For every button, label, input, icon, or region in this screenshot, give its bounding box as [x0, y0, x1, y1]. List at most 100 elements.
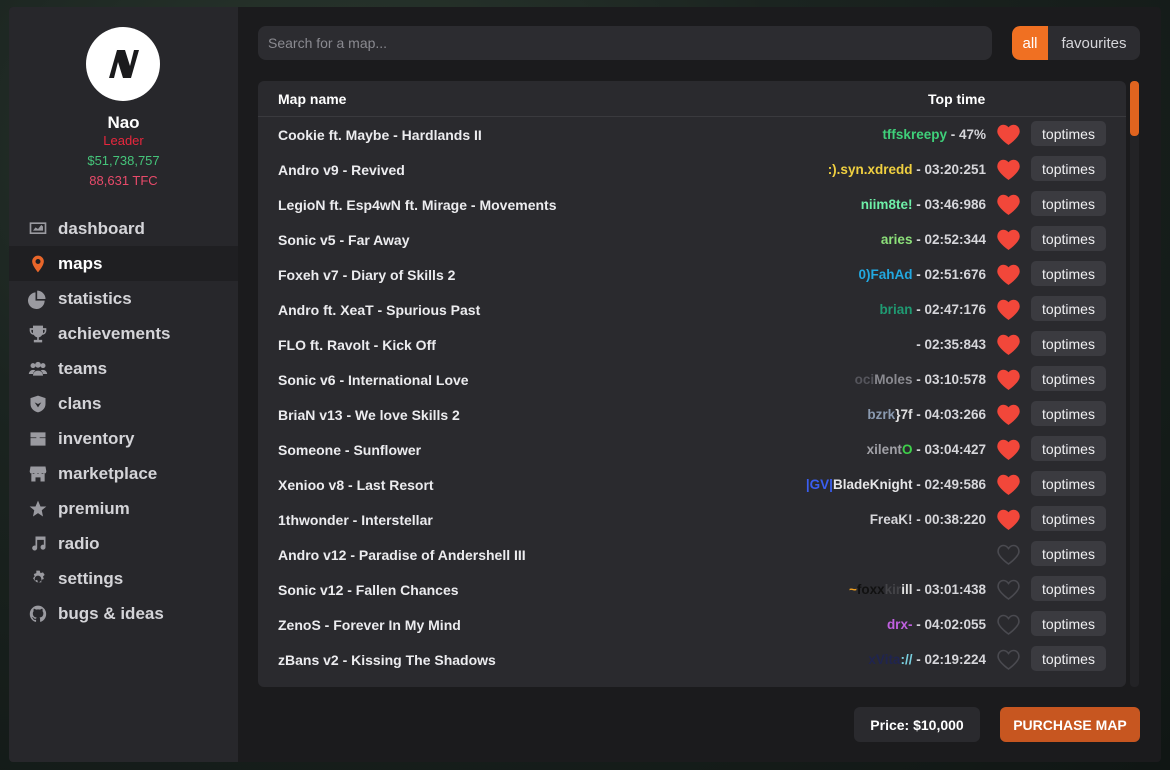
toptimes-button[interactable]: toptimes — [1031, 436, 1106, 461]
map-name: ZenoS - Forever In My Mind — [278, 617, 461, 633]
toptimes-button[interactable]: toptimes — [1031, 576, 1106, 601]
filter-all-button[interactable]: all — [1012, 26, 1048, 60]
sidebar-item-inventory[interactable]: inventory — [9, 421, 238, 456]
player-name-segment: bzrk — [867, 407, 896, 422]
sidebar-item-teams[interactable]: teams — [9, 351, 238, 386]
player-name-segment: BladeKnight — [832, 477, 913, 492]
search-input[interactable] — [258, 26, 992, 60]
map-name: Sonic v6 - International Love — [278, 372, 469, 388]
toptimes-button[interactable]: toptimes — [1031, 226, 1106, 251]
toptimes-button[interactable]: toptimes — [1031, 541, 1106, 566]
heart-filled-icon[interactable] — [996, 193, 1021, 216]
table-row[interactable]: Foxeh v7 - Diary of Skills 2 0)FahAd - 02… — [258, 257, 1126, 292]
top-time-value: - 02:52:344 — [912, 232, 986, 247]
toptimes-button[interactable]: toptimes — [1031, 401, 1106, 426]
scrollbar-thumb[interactable] — [1130, 81, 1139, 136]
table-header: Map name Top time — [258, 81, 1126, 117]
table-row[interactable]: zBans v2 - Kissing The Shadows xVita:// -… — [258, 642, 1126, 677]
heart-filled-icon[interactable] — [996, 403, 1021, 426]
table-row[interactable]: Xenioo v8 - Last Resort |GV|BladeKnight -… — [258, 467, 1126, 502]
player-name-segment: ~ — [849, 582, 857, 597]
table-row[interactable]: Sonic v12 - Fallen Chances ~foxxkirill - … — [258, 572, 1126, 607]
top-time-value: - 02:47:176 — [912, 302, 986, 317]
player-name-segment: foxx — [856, 582, 885, 597]
profile-name: Nao — [107, 113, 140, 132]
heart-filled-icon[interactable] — [996, 298, 1021, 321]
toptimes-button[interactable]: toptimes — [1031, 506, 1106, 531]
table-row[interactable]: BriaN v13 - We love Skills 2 bzrk}7f - 04… — [258, 397, 1126, 432]
sidebar-item-label: premium — [58, 498, 130, 518]
player-name-segment: xVita — [868, 652, 901, 667]
table-row[interactable]: Someone - Sunflower xilentO - 03:04:427 to… — [258, 432, 1126, 467]
player-name-segment: kir — [884, 582, 902, 597]
top-time: xilentO - 03:04:427 — [867, 442, 986, 457]
table-body: Cookie ft. Maybe - Hardlands II tffskreep… — [258, 117, 1126, 677]
table-row[interactable]: FLO ft. Ravolt - Kick Off - 02:35:843 top… — [258, 327, 1126, 362]
pie-chart-icon — [27, 288, 49, 310]
heart-outline-icon[interactable] — [996, 613, 1021, 636]
table-row[interactable]: Sonic v5 - Far Away aries - 02:52:344 topt… — [258, 222, 1126, 257]
sidebar-item-clans[interactable]: clans — [9, 386, 238, 421]
toptimes-button[interactable]: toptimes — [1031, 366, 1106, 391]
player-name-segment: drx- — [886, 617, 913, 632]
filter-favourites-button[interactable]: favourites — [1048, 26, 1140, 60]
heart-outline-icon[interactable] — [996, 578, 1021, 601]
heart-filled-icon[interactable] — [996, 123, 1021, 146]
sidebar-item-achievements[interactable]: achievements — [9, 316, 238, 351]
heart-filled-icon[interactable] — [996, 438, 1021, 461]
table-row[interactable]: Andro ft. XeaT - Spurious Past brian - 02… — [258, 292, 1126, 327]
sidebar-item-radio[interactable]: radio — [9, 526, 238, 561]
toptimes-button[interactable]: toptimes — [1031, 191, 1106, 216]
map-name: Andro ft. XeaT - Spurious Past — [278, 302, 481, 318]
toptimes-button[interactable]: toptimes — [1031, 121, 1106, 146]
heart-filled-icon[interactable] — [996, 508, 1021, 531]
sidebar-item-premium[interactable]: premium — [9, 491, 238, 526]
top-time: bzrk}7f - 04:03:266 — [867, 407, 986, 422]
toptimes-button[interactable]: toptimes — [1031, 156, 1106, 181]
map-name: zBans v2 - Kissing The Shadows — [278, 652, 496, 668]
toptimes-button[interactable]: toptimes — [1031, 471, 1106, 496]
sidebar-item-label: teams — [58, 358, 108, 378]
avatar — [86, 27, 160, 101]
sidebar-item-maps[interactable]: maps — [9, 246, 238, 281]
sidebar-item-bugs-ideas[interactable]: bugs & ideas — [9, 596, 238, 631]
table-row[interactable]: LegioN ft. Esp4wN ft. Mirage - Movements… — [258, 187, 1126, 222]
table-row[interactable]: Andro v12 - Paradise of Andershell III to… — [258, 537, 1126, 572]
table-row[interactable]: Cookie ft. Maybe - Hardlands II tffskreep… — [258, 117, 1126, 152]
sidebar-item-statistics[interactable]: statistics — [9, 281, 238, 316]
table-scrollbar[interactable] — [1130, 81, 1139, 687]
toptimes-button[interactable]: toptimes — [1031, 646, 1106, 671]
table-row[interactable]: Andro v9 - Revived:).syn.xdredd - 03:20:… — [258, 152, 1126, 187]
heart-outline-icon[interactable] — [996, 543, 1021, 566]
heart-filled-icon[interactable] — [996, 158, 1021, 181]
toptimes-button[interactable]: toptimes — [1031, 331, 1106, 356]
top-time: drx- - 04:02:055 — [887, 617, 986, 632]
top-time-value: - 03:04:427 — [912, 442, 986, 457]
player-name-segment: 0)FahAd — [858, 267, 913, 282]
top-time-value: - 02:49:586 — [912, 477, 986, 492]
toptimes-button[interactable]: toptimes — [1031, 296, 1106, 321]
heart-filled-icon[interactable] — [996, 263, 1021, 286]
player-name-segment: xilent — [866, 442, 902, 457]
top-time-value: - 03:01:438 — [912, 582, 986, 597]
map-pin-icon — [27, 253, 49, 275]
heart-outline-icon[interactable] — [996, 648, 1021, 671]
sidebar-item-label: radio — [58, 533, 100, 553]
toptimes-button[interactable]: toptimes — [1031, 611, 1106, 636]
filter-toggle: all favourites — [1012, 26, 1140, 60]
sidebar-item-label: settings — [58, 568, 124, 588]
heart-filled-icon[interactable] — [996, 368, 1021, 391]
purchase-map-button[interactable]: PURCHASE MAP — [1000, 707, 1140, 742]
heart-filled-icon[interactable] — [996, 473, 1021, 496]
heart-filled-icon[interactable] — [996, 228, 1021, 251]
table-row[interactable]: 1thwonder - Interstellar FreaK! - 00:38:2… — [258, 502, 1126, 537]
sidebar-item-dashboard[interactable]: dashboard — [9, 211, 238, 246]
profile-role: Leader — [103, 133, 144, 148]
sidebar-item-marketplace[interactable]: marketplace — [9, 456, 238, 491]
sidebar-item-settings[interactable]: settings — [9, 561, 238, 596]
heart-filled-icon[interactable] — [996, 333, 1021, 356]
top-time-value: - 02:19:224 — [912, 652, 986, 667]
table-row[interactable]: ZenoS - Forever In My Mind drx- - 04:02:0… — [258, 607, 1126, 642]
toptimes-button[interactable]: toptimes — [1031, 261, 1106, 286]
table-row[interactable]: Sonic v6 - International Love ociMoles - … — [258, 362, 1126, 397]
